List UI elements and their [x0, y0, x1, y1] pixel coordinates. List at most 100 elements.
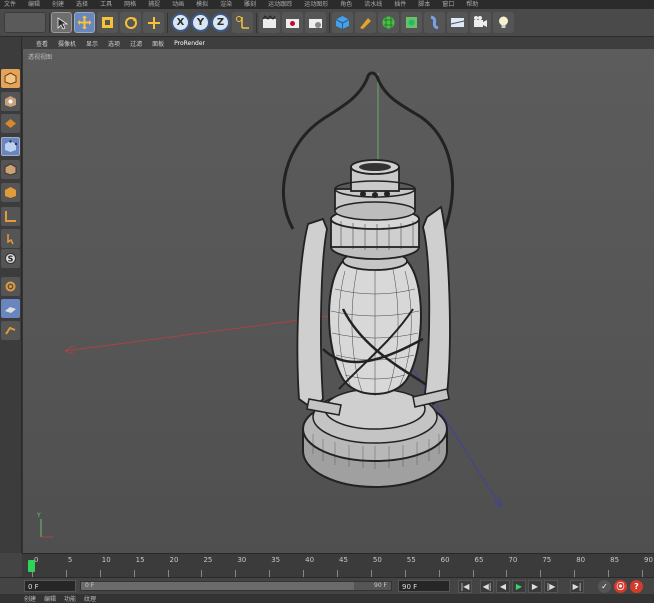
make-editable-icon: [4, 72, 17, 85]
menu-item[interactable]: 捕捉: [148, 0, 160, 9]
points-mode-icon: [5, 140, 17, 152]
menu-item[interactable]: 网格: [124, 0, 136, 9]
menu-item[interactable]: 渲染: [220, 0, 232, 9]
frame-range-slider[interactable]: 0 F 90 F: [80, 581, 392, 591]
live-select-button[interactable]: [51, 12, 72, 33]
prev-key-button[interactable]: ◀|: [480, 580, 494, 593]
menu-item[interactable]: 窗口: [442, 0, 454, 9]
timeline-tick-label: 50: [372, 556, 382, 564]
locked-workplane-button[interactable]: [1, 321, 20, 340]
undo-redo-button[interactable]: [4, 12, 46, 33]
timeline-ruler[interactable]: 0 5 10 15 20 25 30 35 40 45 50 55 60 65 70 75 80 85 90: [22, 553, 654, 578]
menu-item[interactable]: 文件: [4, 0, 16, 9]
subdivision-surface-button[interactable]: [378, 12, 399, 33]
timeline-tick-label: 55: [406, 556, 416, 564]
first-frame-button[interactable]: |◀: [458, 580, 472, 593]
viewport-menu-item[interactable]: ProRender: [174, 40, 205, 47]
manager-menu-item[interactable]: 功能: [64, 594, 76, 603]
coordinate-system-button[interactable]: [232, 12, 253, 33]
pen-spline-icon: [360, 18, 371, 29]
menu-item[interactable]: 编辑: [28, 0, 40, 9]
menu-item[interactable]: 运动图形: [304, 0, 328, 9]
menu-item[interactable]: 脚本: [418, 0, 430, 9]
timeline-tick-label: 70: [508, 556, 518, 564]
tweak-mode-button[interactable]: [1, 229, 20, 248]
render-settings-button[interactable]: [305, 12, 326, 33]
menu-item[interactable]: 选择: [76, 0, 88, 9]
timeline-tick-label: 90: [644, 556, 653, 564]
timeline-tick-label: 60: [440, 556, 450, 564]
cube-button[interactable]: [332, 12, 353, 33]
texture-mode-button[interactable]: [1, 114, 20, 133]
make-editable-button[interactable]: [1, 69, 20, 88]
menu-item[interactable]: 模拟: [196, 0, 208, 9]
menu-item[interactable]: 雕刻: [244, 0, 256, 9]
viewport-menu-item[interactable]: 摄像机: [58, 39, 76, 48]
timeline-tick-label: 20: [169, 556, 179, 564]
tweak-mode-icon: [7, 234, 14, 245]
deformer-button[interactable]: [424, 12, 445, 33]
snap-button[interactable]: S: [1, 249, 20, 268]
menu-item[interactable]: 角色: [340, 0, 352, 9]
render-queue-button[interactable]: [282, 12, 303, 33]
viewport-menu-item[interactable]: 面板: [152, 39, 164, 48]
render-view-button[interactable]: [259, 12, 280, 33]
x-axis-lock-button[interactable]: X: [171, 13, 190, 32]
menu-item[interactable]: 工具: [100, 0, 112, 9]
last-tool-button[interactable]: [143, 12, 164, 33]
viewport-menu-item[interactable]: 选项: [108, 39, 120, 48]
playhead-marker[interactable]: [28, 560, 35, 572]
model-mode-icon: [5, 96, 16, 107]
array-button[interactable]: [401, 12, 422, 33]
scale-tool-button[interactable]: [97, 12, 118, 33]
viewport-menu-item[interactable]: 显示: [86, 39, 98, 48]
play-button[interactable]: ▶: [512, 580, 526, 593]
manager-menu-item[interactable]: 编辑: [44, 594, 56, 603]
perspective-viewport[interactable]: 透视视图 Y: [22, 49, 654, 553]
menu-item[interactable]: 插件: [394, 0, 406, 9]
manager-menu-item[interactable]: 纹理: [84, 594, 96, 603]
range-start-label: 0 F: [85, 582, 95, 589]
menu-item[interactable]: 创建: [52, 0, 64, 9]
y-axis-lock-button[interactable]: Y: [191, 13, 210, 32]
viewport-menu-item[interactable]: 查看: [36, 39, 48, 48]
soft-selection-button[interactable]: [1, 277, 20, 296]
texture-mode-icon: [5, 119, 16, 128]
soft-selection-icon: [5, 281, 16, 292]
svg-text:Y: Y: [36, 512, 41, 519]
manager-menu-item[interactable]: 创建: [24, 594, 36, 603]
light-button[interactable]: [493, 12, 514, 33]
points-mode-button[interactable]: [1, 137, 20, 156]
menu-item[interactable]: 流水线: [364, 0, 382, 9]
pen-spline-button[interactable]: [355, 12, 376, 33]
scene-environment-button[interactable]: [447, 12, 468, 33]
record-position-button[interactable]: ✓: [598, 580, 611, 593]
current-frame-field[interactable]: 0 F: [24, 580, 76, 592]
prev-frame-button[interactable]: ◀: [496, 580, 510, 593]
z-axis-lock-button[interactable]: Z: [211, 13, 230, 32]
timeline-tick-label: 40: [305, 556, 315, 564]
scene-environment-icon: [450, 18, 465, 27]
timeline-tick-label: 25: [203, 556, 213, 564]
menu-item[interactable]: 帮助: [466, 0, 478, 9]
workplane-button[interactable]: [1, 299, 20, 318]
model-mode-button[interactable]: [1, 92, 20, 111]
menu-item[interactable]: 动画: [172, 0, 184, 9]
rotate-tool-button[interactable]: [120, 12, 141, 33]
last-frame-button[interactable]: ▶|: [570, 580, 584, 593]
axis-mode-button[interactable]: [1, 207, 20, 226]
edges-mode-icon: [4, 163, 17, 176]
move-tool-button[interactable]: [74, 12, 95, 33]
camera-button[interactable]: [470, 12, 491, 33]
autokey-button[interactable]: ?: [630, 580, 643, 593]
record-active-button[interactable]: ⦿: [614, 580, 627, 593]
edges-mode-button[interactable]: [1, 160, 20, 179]
timeline-tick-label: 65: [474, 556, 484, 564]
viewport-menu-item[interactable]: 过滤: [130, 39, 142, 48]
lantern-model[interactable]: Y: [23, 49, 654, 553]
next-frame-button[interactable]: ▶: [528, 580, 542, 593]
menu-item[interactable]: 运动跟踪: [268, 0, 292, 9]
next-key-button[interactable]: |▶: [544, 580, 558, 593]
end-frame-field[interactable]: 90 F: [398, 580, 450, 592]
polygons-mode-button[interactable]: [1, 183, 20, 202]
